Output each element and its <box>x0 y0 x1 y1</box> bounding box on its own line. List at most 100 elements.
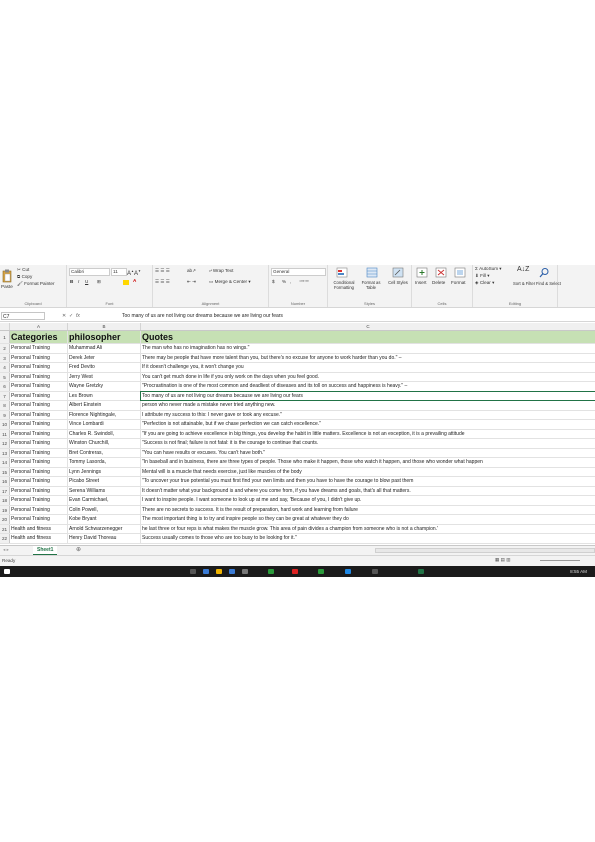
category-cell[interactable]: Personal Training <box>10 344 68 353</box>
excel-taskbar-icon[interactable] <box>418 569 424 574</box>
category-cell[interactable]: Personal Training <box>10 439 68 448</box>
philosopher-cell[interactable]: Albert Einstein <box>68 401 141 410</box>
philosopher-cell[interactable]: Jerry West <box>68 372 141 381</box>
philosopher-cell[interactable]: Muhammad Ali <box>68 344 141 353</box>
category-cell[interactable]: Personal Training <box>10 363 68 372</box>
conditional-formatting-icon[interactable] <box>336 267 348 278</box>
top-align-icon[interactable]: ☰ ☰ ☰ <box>155 268 170 274</box>
category-cell[interactable]: Health and fitness <box>10 524 68 533</box>
find-select-button[interactable]: Find & Select <box>536 281 561 287</box>
row-number[interactable]: 17 <box>0 486 10 495</box>
view-buttons[interactable]: ▦ ▤ ▥ <box>495 557 511 563</box>
row-number[interactable]: 18 <box>0 496 10 505</box>
row-number[interactable]: 6 <box>0 382 10 391</box>
grow-font-icon[interactable]: A▲A▼ <box>127 268 141 277</box>
zoom-slider[interactable] <box>540 560 580 561</box>
merge-center-button[interactable]: ▭ Merge & Center ▾ <box>209 279 251 285</box>
row-number[interactable]: 2 <box>0 344 10 353</box>
paste-button[interactable]: Paste <box>1 284 13 290</box>
philosopher-cell[interactable]: Kobe Bryant <box>68 515 141 524</box>
row-number[interactable]: 8 <box>0 401 10 410</box>
quote-cell[interactable]: There are no secrets to success. It is t… <box>141 506 595 515</box>
row-number[interactable]: 11 <box>0 429 10 438</box>
cell-styles-icon[interactable] <box>392 267 404 278</box>
category-cell[interactable]: Personal Training <box>10 382 68 391</box>
quote-cell[interactable]: The man who has no imagination has no wi… <box>141 344 595 353</box>
taskbar-app-icon[interactable] <box>216 569 222 574</box>
category-cell[interactable]: Health and fitness <box>10 534 68 543</box>
copy-button[interactable]: ⧉ Copy <box>17 274 32 280</box>
quote-cell[interactable]: I attribute my success to this: I never … <box>141 411 595 420</box>
category-cell[interactable]: Personal Training <box>10 477 68 486</box>
quote-cell[interactable]: he last three or four reps is what makes… <box>141 525 595 534</box>
cancel-icon[interactable]: ✕ <box>62 313 66 319</box>
paste-icon[interactable] <box>2 269 12 283</box>
name-box[interactable]: C7 <box>1 312 45 320</box>
category-cell[interactable]: Personal Training <box>10 458 68 467</box>
category-cell[interactable]: Personal Training <box>10 353 68 362</box>
philosopher-cell[interactable]: Charles R. Swindoll, <box>68 429 141 438</box>
row-number[interactable]: 10 <box>0 420 10 429</box>
column-header-c[interactable]: C <box>141 323 595 330</box>
format-cells-icon[interactable] <box>454 267 466 278</box>
add-sheet-button[interactable]: ⊕ <box>76 546 81 554</box>
formula-input[interactable]: Too many of us are not living our dreams… <box>122 312 283 320</box>
taskbar-app-icon[interactable] <box>268 569 274 574</box>
quote-cell[interactable]: Too many of us are not living our dreams… <box>140 390 595 401</box>
quote-cell[interactable]: If it doesn't challenge you, it won't ch… <box>141 363 595 372</box>
tab-scroll-icons[interactable]: ◂ ▸ <box>3 547 9 553</box>
format-table-icon[interactable] <box>366 267 378 278</box>
find-select-icon[interactable] <box>539 267 550 278</box>
column-header-b[interactable]: B <box>68 323 141 330</box>
row-number[interactable]: 3 <box>0 353 10 362</box>
format-painter-button[interactable]: 🖌 Format Painter <box>17 281 55 287</box>
fx-icon[interactable]: fx <box>76 313 80 319</box>
philosopher-cell[interactable]: Arnold Schwarzenegger <box>68 524 141 533</box>
philosopher-cell[interactable]: Les Brown <box>68 391 141 400</box>
bold-button[interactable]: B <box>70 279 73 285</box>
category-cell[interactable]: Personal Training <box>10 515 68 524</box>
philosopher-cell[interactable]: Florence Nightingale, <box>68 410 141 419</box>
currency-button[interactable]: $ <box>272 279 275 285</box>
row-number[interactable]: 9 <box>0 410 10 419</box>
wrap-text-button[interactable]: ⤶ Wrap Text <box>209 268 233 274</box>
cell-styles-button[interactable]: Cell Styles <box>388 280 408 285</box>
header-cell-quotes[interactable]: Quotes <box>141 331 595 343</box>
font-size-select[interactable]: 11 <box>111 268 127 276</box>
taskbar-app-icon[interactable] <box>292 569 298 574</box>
taskbar-app-icon[interactable] <box>345 569 351 574</box>
delete-button[interactable]: Delete <box>432 280 445 286</box>
philosopher-cell[interactable]: Henry David Thoreau <box>68 534 141 543</box>
quote-cell[interactable]: "Procrastination is one of the most comm… <box>141 382 595 391</box>
insert-cells-icon[interactable] <box>416 267 428 278</box>
quote-cell[interactable]: The most important thing is to try and i… <box>141 515 595 524</box>
quote-cell[interactable]: "Perfection is not attainable, but if we… <box>141 420 595 429</box>
comma-button[interactable]: , <box>290 279 291 285</box>
category-cell[interactable]: Personal Training <box>10 496 68 505</box>
decimal-icon[interactable]: ⁺⁰⁰ ⁰⁰ <box>299 279 309 285</box>
sort-filter-icon[interactable]: A↓Z <box>517 266 529 273</box>
left-align-icon[interactable]: ☰ ☰ ☰ <box>155 279 170 285</box>
select-all-corner[interactable] <box>0 323 10 330</box>
quote-cell[interactable]: It doesn't matter what your background i… <box>141 487 595 496</box>
philosopher-cell[interactable]: Winston Churchill, <box>68 439 141 448</box>
header-cell-philosopher[interactable]: philosopher <box>68 331 141 343</box>
row-number[interactable]: 12 <box>0 439 10 448</box>
row-number[interactable]: 14 <box>0 458 10 467</box>
category-cell[interactable]: Personal Training <box>10 429 68 438</box>
row-number[interactable]: 1 <box>0 331 10 343</box>
philosopher-cell[interactable]: Fred Devito <box>68 363 141 372</box>
category-cell[interactable]: Personal Training <box>10 391 68 400</box>
format-button[interactable]: Format <box>451 280 466 286</box>
font-color-icon[interactable]: A <box>133 278 136 284</box>
row-number[interactable]: 13 <box>0 448 10 457</box>
philosopher-cell[interactable]: Colin Powell, <box>68 505 141 514</box>
taskbar-app-icon[interactable] <box>229 569 235 574</box>
quote-cell[interactable]: "If you are going to achieve excellence … <box>141 430 595 439</box>
philosopher-cell[interactable]: Bret Contreras, <box>68 448 141 457</box>
row-number[interactable]: 21 <box>0 524 10 533</box>
sort-filter-button[interactable]: Sort & Filter <box>513 281 535 287</box>
delete-cells-icon[interactable] <box>435 267 447 278</box>
philosopher-cell[interactable]: Picabo Street <box>68 477 141 486</box>
row-number[interactable]: 22 <box>0 534 10 543</box>
